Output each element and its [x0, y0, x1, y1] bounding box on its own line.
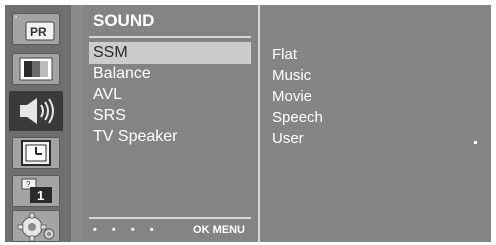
icon-column: * . PR ? 1	[5, 5, 71, 242]
option-user[interactable]: User	[272, 128, 472, 149]
svg-text:* .: * .	[15, 16, 21, 22]
picture-mode-icon[interactable]: * . PR	[12, 13, 60, 45]
sound-menu: SOUND SSM Balance AVL SRS TV Speaker • •…	[83, 5, 257, 242]
menu-item-srs[interactable]: SRS	[89, 105, 251, 127]
tv-osd-menu: * . PR ? 1 SOUND SSM Balance AVL SRS TV …	[5, 5, 491, 242]
menu-item-tv-speaker[interactable]: TV Speaker	[89, 126, 251, 148]
option-music[interactable]: Music	[272, 65, 472, 86]
setup-icon[interactable]	[12, 210, 60, 242]
footer-divider	[89, 217, 251, 219]
sound-icon[interactable]	[9, 91, 63, 131]
menu-item-avl[interactable]: AVL	[89, 84, 251, 106]
menu-title: SOUND	[93, 11, 155, 30]
navigation-dots: • • • •	[93, 224, 160, 236]
option-movie[interactable]: Movie	[272, 86, 472, 107]
picture-mode-label: PR	[30, 25, 47, 39]
title-divider	[89, 36, 251, 38]
menu-footer: • • • • OK MENU	[89, 221, 251, 239]
menu-item-balance[interactable]: Balance	[89, 63, 251, 85]
option-speech[interactable]: Speech	[272, 107, 472, 128]
option-icon[interactable]: ? 1	[12, 175, 60, 207]
option-flat[interactable]: Flat	[272, 44, 472, 65]
menu-item-ssm[interactable]: SSM	[89, 42, 251, 64]
ssm-options: Flat Music Movie Speech User	[260, 5, 491, 242]
time-icon[interactable]	[12, 137, 60, 169]
footer-hint: OK MENU	[193, 224, 245, 236]
selection-indicator	[474, 141, 477, 144]
option-icon-label: 1	[37, 188, 44, 203]
picture-icon[interactable]	[12, 53, 60, 85]
